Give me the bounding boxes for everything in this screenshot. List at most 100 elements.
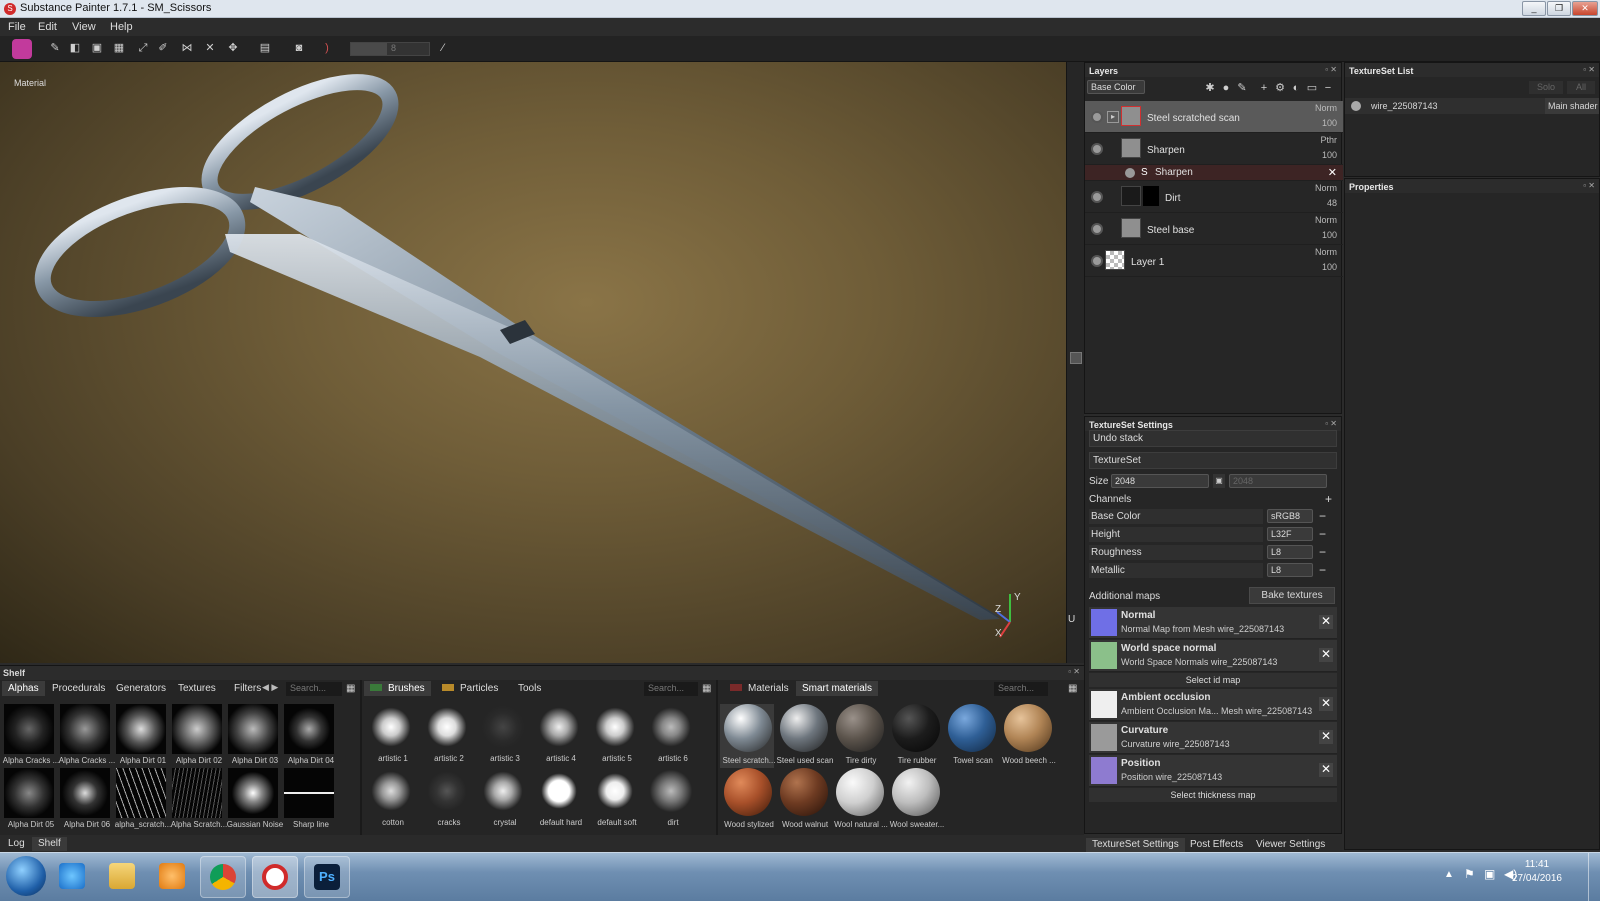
channel-row[interactable]: Base Color: [1089, 509, 1263, 524]
show-desktop-button[interactable]: [1588, 853, 1600, 901]
tray-expand-icon[interactable]: ▲: [1444, 869, 1454, 880]
tab-procedurals[interactable]: Procedurals: [46, 681, 111, 696]
solo-button[interactable]: Solo: [1529, 81, 1563, 94]
channel-format-select[interactable]: L8: [1267, 545, 1313, 559]
alpha-item[interactable]: Alpha Dirt 04: [282, 704, 336, 768]
textureset-row[interactable]: wire_225087143 Main shader: [1345, 98, 1599, 114]
brush-item[interactable]: default hard: [532, 766, 586, 830]
channel-row[interactable]: Roughness: [1089, 545, 1263, 560]
alpha-item[interactable]: Alpha Dirt 05: [2, 768, 56, 832]
remove-map-icon[interactable]: ✕: [1319, 697, 1333, 711]
close-button[interactable]: ✕: [1572, 1, 1598, 16]
blend-mode[interactable]: Norm: [1315, 183, 1337, 193]
material-item[interactable]: Wood stylized: [720, 768, 774, 832]
taskbar-chrome[interactable]: [200, 856, 246, 898]
menu-help[interactable]: Help: [110, 21, 133, 33]
alpha-item[interactable]: Alpha Dirt 06: [58, 768, 112, 832]
tab-materials[interactable]: Materials: [724, 681, 795, 696]
splitter-handle[interactable]: [1070, 352, 1082, 364]
paint-brush-icon[interactable]: ✎: [48, 41, 62, 55]
alpha-item[interactable]: alpha_scratch...: [114, 768, 171, 832]
menu-edit[interactable]: Edit: [38, 21, 57, 33]
select-id-map-button[interactable]: Select id map: [1089, 673, 1337, 687]
material-item[interactable]: Steel scratch...: [720, 704, 775, 768]
layer-row-sharpen[interactable]: Sharpen Pthr 100: [1085, 133, 1343, 165]
material-item[interactable]: Wood beech ...: [1000, 704, 1056, 768]
taskbar-photoshop[interactable]: Ps: [304, 856, 350, 898]
channel-row[interactable]: Metallic: [1089, 563, 1263, 578]
tab-viewer-settings[interactable]: Viewer Settings: [1250, 838, 1331, 852]
channel-format-select[interactable]: L32F: [1267, 527, 1313, 541]
remove-channel-icon[interactable]: −: [1319, 527, 1326, 541]
map-row-curvature[interactable]: Curvature Curvature wire_225087143 ✕: [1089, 722, 1337, 754]
folder-icon[interactable]: ▸: [1107, 111, 1119, 123]
visibility-eye-icon[interactable]: [1091, 255, 1103, 267]
filter-row-sharpen[interactable]: S Sharpen ✕: [1085, 165, 1343, 181]
visibility-eye-icon[interactable]: [1091, 143, 1103, 155]
add-layer-icon[interactable]: +: [1257, 81, 1271, 95]
grid-view-icon[interactable]: ▦: [346, 683, 355, 694]
tab-generators[interactable]: Generators: [110, 681, 172, 696]
action-center-flag-icon[interactable]: ⚑: [1464, 867, 1475, 881]
channel-select[interactable]: Base Color: [1087, 80, 1145, 94]
brush-item[interactable]: artistic 5: [588, 702, 642, 766]
size-select[interactable]: 2048: [1111, 474, 1209, 488]
add-folder-icon[interactable]: ▭: [1305, 81, 1319, 95]
taskbar-ie[interactable]: [50, 856, 96, 898]
alpha-item[interactable]: Alpha Dirt 01: [114, 704, 168, 768]
select-thickness-map-button[interactable]: Select thickness map: [1089, 788, 1337, 802]
menu-file[interactable]: File: [8, 21, 26, 33]
visibility-eye-icon[interactable]: [1091, 111, 1103, 123]
material-item[interactable]: Wool natural ...: [832, 768, 888, 832]
material-item[interactable]: Wool sweater...: [888, 768, 944, 832]
brush-item[interactable]: artistic 1: [364, 702, 418, 766]
grid-view-icon[interactable]: ▦: [702, 683, 711, 694]
tab-brushes[interactable]: Brushes: [364, 681, 431, 696]
grid-view-icon[interactable]: ▦: [1068, 683, 1077, 694]
textureset-section[interactable]: TextureSet: [1089, 452, 1337, 469]
remove-map-icon[interactable]: ✕: [1319, 648, 1333, 662]
brush-size-slider[interactable]: 8: [350, 42, 430, 56]
blend-mode[interactable]: Pthr: [1320, 135, 1337, 145]
map-row-normal[interactable]: Normal Normal Map from Mesh wire_2250871…: [1089, 607, 1337, 639]
paint-layer-icon[interactable]: ✎: [1235, 81, 1249, 95]
camera-icon[interactable]: ◙: [292, 41, 306, 55]
remove-map-icon[interactable]: ✕: [1319, 763, 1333, 777]
projection-icon[interactable]: ▣: [90, 41, 104, 55]
remove-channel-icon[interactable]: −: [1319, 509, 1326, 523]
channel-format-select[interactable]: L8: [1267, 563, 1313, 577]
alpha-item[interactable]: Alpha Cracks ...: [2, 704, 59, 768]
tab-log[interactable]: Log: [2, 837, 31, 851]
map-row-ambient-occlusion[interactable]: Ambient occlusion Ambient Occlusion Ma..…: [1089, 689, 1337, 721]
alpha-item[interactable]: Alpha Cracks ...: [58, 704, 115, 768]
remove-map-icon[interactable]: ✕: [1319, 730, 1333, 744]
material-item[interactable]: Wood walnut: [776, 768, 830, 832]
tab-scroll-arrows-icon[interactable]: ◀ ▶: [262, 682, 278, 693]
brush-item[interactable]: cracks: [420, 766, 474, 830]
tab-shelf[interactable]: Shelf: [32, 837, 67, 851]
lock-icon[interactable]: ▣: [1213, 474, 1225, 488]
transform-icon[interactable]: ✥: [226, 41, 240, 55]
panel-dock-icons[interactable]: ▫ ✕: [1325, 65, 1337, 74]
map-row-position[interactable]: Position Position wire_225087143 ✕: [1089, 755, 1337, 787]
menu-view[interactable]: View: [72, 21, 96, 33]
panel-dock-icons[interactable]: ▫ ✕: [1583, 65, 1595, 74]
blend-mode[interactable]: Norm: [1315, 247, 1337, 257]
material-item[interactable]: Tire rubber: [888, 704, 942, 768]
brushes-search-input[interactable]: Search...: [644, 682, 698, 696]
minimize-button[interactable]: _: [1522, 1, 1546, 16]
color-picker-icon[interactable]: ✐: [156, 41, 170, 55]
brush-item[interactable]: default soft: [588, 766, 642, 830]
layer-opacity[interactable]: 100: [1322, 150, 1337, 160]
tab-post-effects[interactable]: Post Effects: [1184, 838, 1249, 852]
tab-alphas[interactable]: Alphas: [2, 681, 45, 696]
mask-icon[interactable]: ✱: [1203, 81, 1217, 95]
tab-textures[interactable]: Textures: [172, 681, 222, 696]
blend-mode[interactable]: Norm: [1315, 215, 1337, 225]
material-item[interactable]: Steel used scan: [776, 704, 833, 768]
add-mask-icon[interactable]: ◐: [1289, 81, 1303, 95]
brush-item[interactable]: artistic 3: [476, 702, 530, 766]
taskbar-media-player[interactable]: [150, 856, 196, 898]
alpha-item[interactable]: Alpha Dirt 03: [226, 704, 280, 768]
layer-row-steel-base[interactable]: Steel base Norm 100: [1085, 213, 1343, 245]
